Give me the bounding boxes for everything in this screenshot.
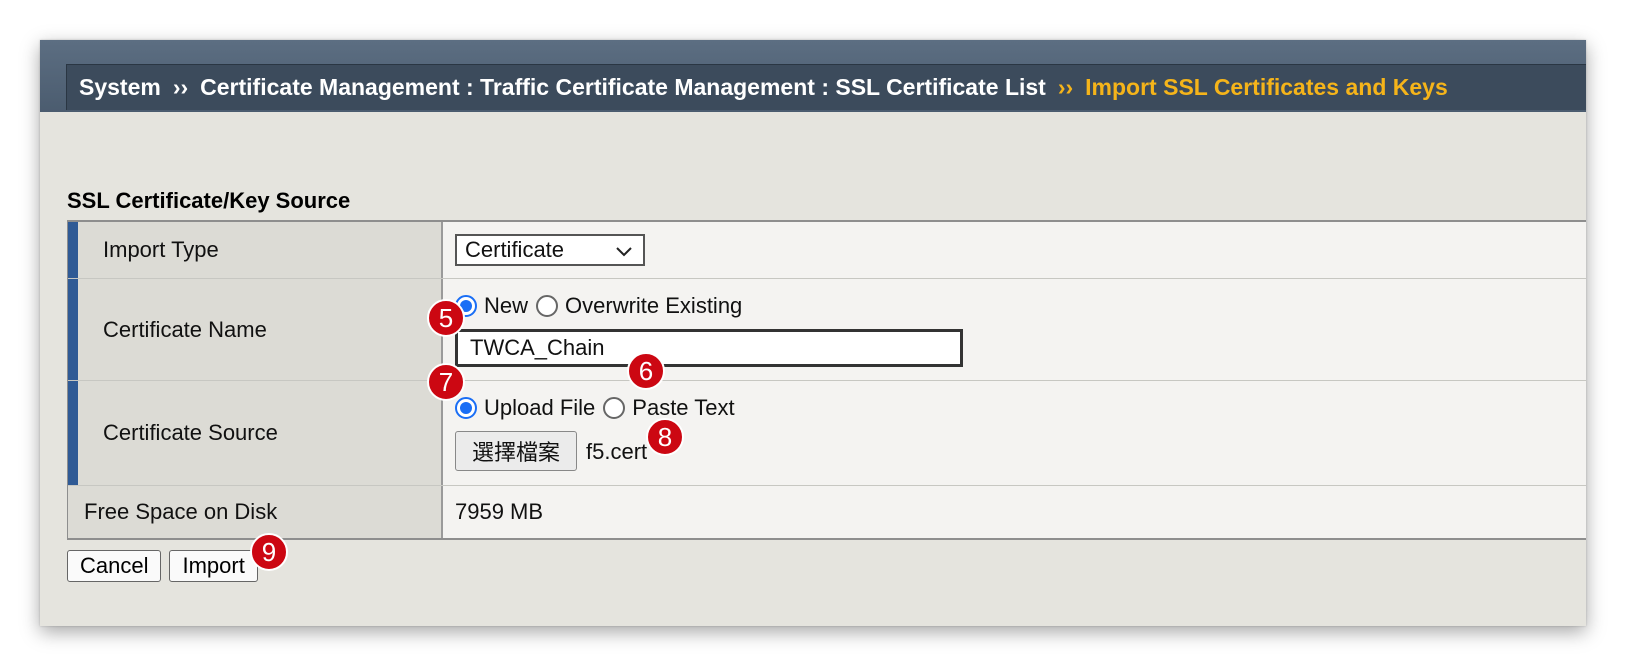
breadcrumb-current-page: Import SSL Certificates and Keys	[1085, 74, 1448, 100]
choose-file-button[interactable]: 選擇檔案	[455, 431, 577, 471]
free-space-value: 7959 MB	[455, 499, 544, 524]
radio-overwrite-existing-label[interactable]: Overwrite Existing	[565, 293, 742, 319]
certificate-name-input-value: TWCA_Chain	[470, 335, 605, 360]
certificate-name-input[interactable]: TWCA_Chain	[455, 329, 963, 367]
breadcrumb-item-ssl-certificate-list[interactable]: Certificate Management : Traffic Certifi…	[200, 74, 1046, 101]
form-buttons: Cancel Import	[67, 550, 258, 582]
certificate-source-label: Certificate Source	[68, 381, 443, 485]
annotation-badge-7: 7	[427, 363, 465, 401]
cancel-button[interactable]: Cancel	[67, 550, 162, 582]
app-window: System ›› Certificate Management : Traff…	[40, 40, 1586, 626]
annotation-badge-5: 5	[427, 299, 465, 337]
free-space-label: Free Space on Disk	[68, 486, 443, 538]
selected-file-name: f5.cert	[586, 439, 648, 464]
breadcrumb-separator: ››	[172, 74, 189, 100]
certificate-name-radio-group: New Overwrite Existing	[455, 293, 750, 319]
radio-paste-text-label[interactable]: Paste Text	[632, 395, 734, 421]
breadcrumb-item-system[interactable]: System	[79, 74, 161, 101]
annotation-badge-8: 8	[646, 418, 684, 456]
annotation-badge-6: 6	[627, 352, 665, 390]
import-type-select[interactable]: Certificate	[455, 234, 645, 266]
form-row-import-type: Import Type Certificate	[68, 222, 1586, 279]
import-type-selected: Certificate	[465, 237, 565, 262]
form-row-certificate-source: Certificate Source Upload File Paste Tex…	[68, 381, 1586, 486]
certificate-name-label: Certificate Name	[68, 279, 443, 380]
radio-upload-file-label[interactable]: Upload File	[484, 395, 595, 421]
import-type-value: Certificate	[443, 222, 1586, 278]
radio-upload-file[interactable]	[455, 397, 477, 419]
radio-overwrite-existing[interactable]	[536, 295, 559, 317]
certificate-name-value: New Overwrite Existing TWCA_Chain	[443, 279, 1586, 380]
form-row-certificate-name: Certificate Name New Overwrite Existing …	[68, 279, 1586, 381]
breadcrumb-separator: ››	[1057, 74, 1074, 100]
breadcrumb: System ›› Certificate Management : Traff…	[66, 64, 1586, 110]
free-space-cell: 7959 MB	[443, 486, 1586, 538]
section-title: SSL Certificate/Key Source	[67, 188, 351, 213]
radio-new-label[interactable]: New	[484, 293, 528, 319]
certificate-source-value: Upload File Paste Text 選擇檔案 f5.cert	[443, 381, 1586, 485]
chevron-down-icon	[616, 247, 632, 257]
import-button[interactable]: Import	[169, 550, 258, 582]
import-form: Import Type Certificate Certificate Name…	[67, 220, 1586, 540]
form-row-free-space: Free Space on Disk 7959 MB	[68, 486, 1586, 538]
radio-paste-text[interactable]	[603, 397, 626, 419]
import-type-label: Import Type	[68, 222, 443, 278]
certificate-source-radio-group: Upload File Paste Text	[455, 395, 743, 421]
annotation-badge-9: 9	[250, 533, 288, 571]
